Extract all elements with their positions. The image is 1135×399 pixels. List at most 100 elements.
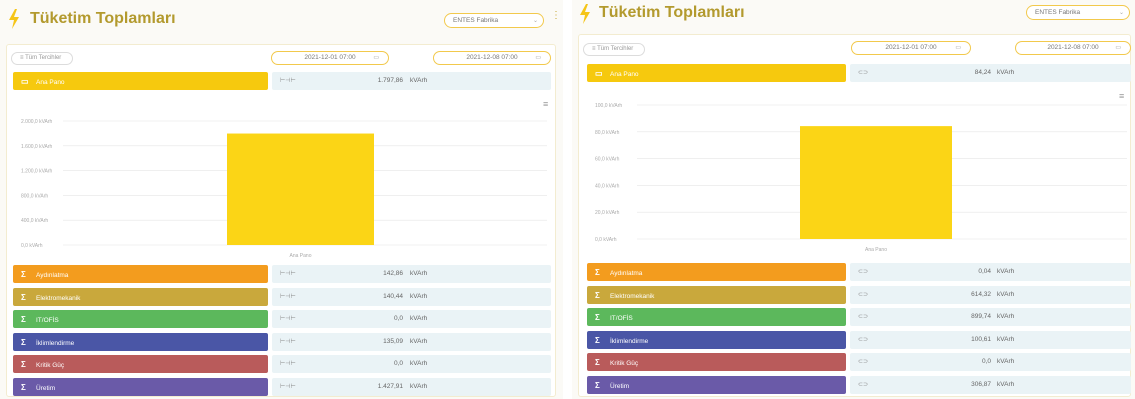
main-row-name: Ana Pano — [36, 79, 65, 86]
group-value: ⊂⊃ 306,87 kVArh — [850, 375, 1131, 394]
bar-chart: 0,0 kVArh 400,0 kVArh 800,0 kVArh 1.200,0 k… — [7, 107, 557, 262]
group-label[interactable]: Σ Kritik Güç — [587, 353, 846, 371]
factory-select[interactable]: ENTES Fabrika ⌄ — [444, 13, 544, 28]
preferences-label: Tüm Tercihler — [25, 55, 62, 61]
group-number: 100,61 — [971, 335, 991, 343]
meter-icon: ⊢⊣⊢ — [280, 383, 296, 390]
meter-icon: ⊢⊣⊢ — [280, 338, 296, 345]
group-label[interactable]: Σ Aydınlatma — [13, 265, 268, 283]
meter-icon: ⊂⊃ — [858, 359, 869, 365]
left-panel: Tüketim Toplamları ENTES Fabrika ⌄ ⋮ ≡ T… — [0, 0, 563, 399]
meter-icon: ⊢⊣⊢ — [280, 293, 296, 300]
bar[interactable] — [227, 133, 374, 245]
group-unit: kVArh — [410, 315, 428, 322]
group-label[interactable]: Σ Elektromekanik — [13, 287, 268, 306]
main-row-label[interactable]: ▭ Ana Pano — [587, 64, 846, 82]
group-unit: kVArh — [410, 337, 428, 345]
sigma-icon: Σ — [21, 292, 26, 302]
sigma-icon: Σ — [21, 270, 26, 279]
sigma-icon: Σ — [595, 268, 600, 277]
group-value: ⊂⊃ 100,61 kVArh — [850, 330, 1131, 349]
lightning-icon — [9, 9, 19, 29]
group-value: ⊂⊃ 899,74 kVArh — [850, 308, 1131, 326]
preferences-button[interactable]: ≡ Tüm Tercihler — [11, 52, 73, 65]
panel-icon: ▭ — [595, 69, 603, 78]
right-panel: Tüketim Toplamları ENTES Fabrika ⌄ ≡ Tüm… — [572, 0, 1135, 399]
chevron-down-icon: ⌄ — [1118, 10, 1124, 16]
group-unit: kVArh — [410, 270, 428, 277]
group-label[interactable]: Σ Kritik Güç — [13, 355, 268, 373]
group-number: 0,0 — [981, 358, 991, 365]
group-unit: kVArh — [997, 313, 1015, 320]
end-date-picker[interactable]: 2021-12-08 07:00 ▭ — [433, 51, 551, 65]
group-number: 0,0 — [393, 315, 403, 322]
group-name: İklimlendirme — [36, 339, 75, 347]
main-row-value: ⊢⊣⊢ 1.797,86 kVArh — [272, 72, 551, 90]
bar[interactable] — [800, 126, 952, 239]
start-date-picker[interactable]: 2021-12-01 07:00 ▭ — [271, 51, 389, 65]
group-name: IT/OFİS — [36, 317, 59, 324]
group-name: Üretim — [610, 382, 630, 390]
group-value: ⊢⊣⊢ 142,86 kVArh — [272, 265, 551, 283]
calendar-icon: ▭ — [373, 55, 379, 61]
group-name: Üretim — [36, 384, 56, 392]
group-value: ⊢⊣⊢ 135,09 kVArh — [272, 332, 551, 351]
group-number: 140,44 — [383, 292, 403, 300]
group-unit: kVArh — [997, 268, 1015, 275]
group-name: IT/OFİS — [610, 315, 633, 322]
group-name: Aydınlatma — [36, 272, 69, 279]
meter-icon: ⊂⊃ — [858, 336, 869, 343]
sigma-icon: Σ — [595, 358, 600, 367]
main-row-label[interactable]: ▭ Ana Pano — [13, 72, 268, 90]
calendar-icon: ▭ — [1115, 45, 1121, 51]
chevron-down-icon: ⌄ — [532, 18, 538, 24]
end-date-value: 2021-12-08 07:00 — [1047, 44, 1099, 51]
y-tick-label: 0,0 kVArh — [21, 243, 43, 249]
meter-icon: ⊂⊃ — [858, 314, 869, 320]
end-date-picker[interactable]: 2021-12-08 07:00 ▭ — [1015, 41, 1131, 55]
group-label[interactable]: Σ Üretim — [13, 377, 268, 396]
group-unit: kVArh — [997, 380, 1015, 388]
group-label[interactable]: Σ Elektromekanik — [587, 285, 846, 304]
y-tick-label: 2.000,0 kVArh — [21, 119, 53, 125]
y-tick-label: 0,0 kVArh — [595, 237, 617, 243]
main-row-unit: kVArh — [410, 77, 428, 84]
group-number: 899,74 — [971, 313, 991, 320]
meter-icon: ⊂⊃ — [858, 291, 869, 298]
group-name: Kritik Güç — [36, 362, 65, 369]
group-label[interactable]: Σ İklimlendirme — [13, 332, 268, 351]
y-tick-label: 60,0 kVArh — [595, 157, 620, 163]
group-name: Elektromekanik — [36, 294, 81, 302]
factory-select-value: ENTES Fabrika — [453, 17, 499, 24]
y-tick-label: 400,0 kVArh — [21, 218, 48, 224]
group-value: ⊢⊣⊢ 0,0 kVArh — [272, 310, 551, 328]
group-label[interactable]: Σ Aydınlatma — [587, 263, 846, 281]
start-date-value: 2021-12-01 07:00 — [304, 54, 356, 61]
sigma-icon: Σ — [595, 290, 600, 300]
meter-icon: ⊢⊣⊢ — [280, 361, 296, 367]
preferences-button[interactable]: ≡ Tüm Tercihler — [583, 43, 645, 56]
factory-select[interactable]: ENTES Fabrika ⌄ — [1026, 5, 1130, 20]
group-unit: kVArh — [410, 360, 428, 367]
group-value: ⊢⊣⊢ 140,44 kVArh — [272, 287, 551, 306]
y-tick-label: 80,0 kVArh — [595, 130, 620, 136]
group-label[interactable]: Σ İklimlendirme — [587, 330, 846, 349]
sigma-icon: Σ — [21, 337, 26, 347]
group-label[interactable]: Σ IT/OFİS — [13, 310, 268, 328]
sigma-icon: Σ — [595, 313, 600, 322]
group-unit: kVArh — [997, 358, 1015, 365]
group-label[interactable]: Σ Üretim — [587, 375, 846, 394]
bar-chart: 0,0 kVArh 20,0 kVArh 40,0 kVArh 60,0 kVArh 8… — [579, 97, 1132, 257]
group-label[interactable]: Σ IT/OFİS — [587, 308, 846, 326]
group-unit: kVArh — [410, 292, 428, 300]
group-value: ⊢⊣⊢ 0,0 kVArh — [272, 355, 551, 373]
main-row-unit: kVArh — [997, 69, 1015, 76]
start-date-picker[interactable]: 2021-12-01 07:00 ▭ — [851, 41, 971, 55]
start-date-value: 2021-12-01 07:00 — [885, 44, 937, 51]
y-tick-label: 40,0 kVArh — [595, 183, 620, 189]
meter-icon: ⊂⊃ — [858, 269, 869, 275]
meter-icon: ⊢⊣⊢ — [280, 271, 296, 277]
meter-icon: ⊂⊃ — [858, 381, 869, 388]
calendar-icon: ▭ — [955, 45, 961, 51]
kebab-menu-icon[interactable]: ⋮ — [551, 11, 561, 21]
